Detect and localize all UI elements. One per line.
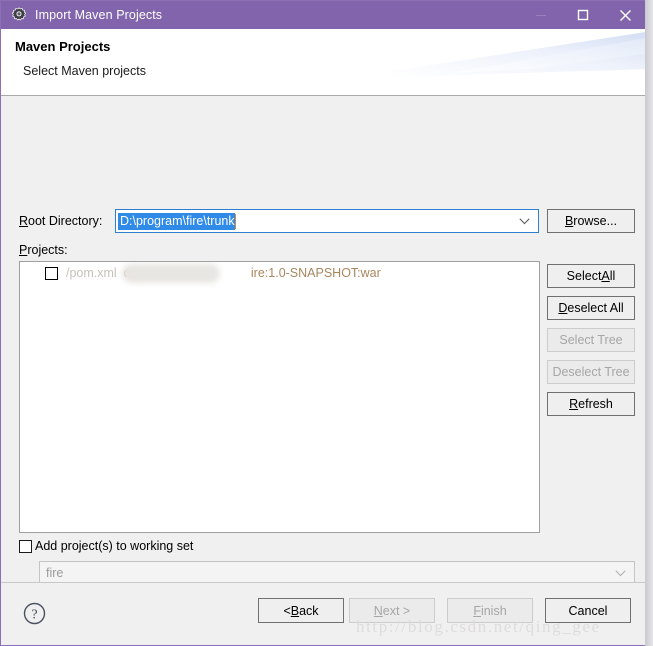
- root-directory-input[interactable]: D:\program\fire\trunk: [118, 212, 235, 230]
- browse-label-rest: rowse...: [573, 214, 618, 228]
- page-title: Maven Projects: [15, 39, 111, 54]
- next-label-rest: ext >: [382, 603, 411, 618]
- browse-button[interactable]: Browse...: [547, 209, 635, 233]
- desktop-edge-strip: [645, 0, 653, 646]
- cancel-label: Cancel: [568, 603, 608, 618]
- back-mnemonic: B: [290, 603, 300, 618]
- select-tree-button: Select Tree: [547, 328, 635, 352]
- deselect-all-label-rest: eselect All: [567, 301, 624, 315]
- browse-mnemonic: B: [564, 214, 574, 228]
- import-maven-projects-dialog: Import Maven Projects Maven Projects Sel…: [0, 0, 653, 646]
- help-circle-icon[interactable]: ?: [23, 602, 46, 625]
- projects-label-rest: rojects:: [27, 243, 68, 257]
- refresh-label-rest: efresh: [578, 397, 613, 411]
- next-button: Next >: [349, 598, 435, 623]
- root-directory-combo[interactable]: D:\program\fire\trunk: [115, 209, 539, 233]
- table-row[interactable]: /pom.xml com.rire:1.0-SNAPSHOT:war: [20, 262, 539, 284]
- root-directory-mnemonic: R: [19, 214, 29, 228]
- window-controls: [520, 1, 646, 29]
- deselect-tree-button: Deselect Tree: [547, 360, 635, 384]
- chevron-down-icon[interactable]: [519, 217, 530, 225]
- projects-list[interactable]: /pom.xml com.rire:1.0-SNAPSHOT:war: [19, 261, 540, 533]
- text-caret: [234, 213, 236, 229]
- back-label-pre: <: [283, 603, 291, 618]
- select-all-label-pre: Select: [566, 269, 602, 283]
- working-set-value: fire: [46, 566, 64, 580]
- dialog-body: Root Directory: D:\program\fire\trunk Br…: [1, 96, 652, 612]
- cancel-button[interactable]: Cancel: [545, 598, 631, 623]
- page-subtitle: Select Maven projects: [23, 64, 146, 78]
- project-pom-path: /pom.xml: [66, 266, 117, 280]
- svg-text:?: ?: [31, 608, 37, 623]
- finish-mnemonic: F: [473, 603, 481, 618]
- window-title: Import Maven Projects: [35, 8, 163, 22]
- working-set-label: Add project(s) to working set: [35, 539, 194, 553]
- minimize-button[interactable]: [520, 1, 562, 29]
- project-row-text: /pom.xml com.rire:1.0-SNAPSHOT:war: [66, 264, 381, 283]
- select-tree-label: Select Tree: [559, 333, 623, 347]
- refresh-button[interactable]: Refresh: [547, 392, 635, 416]
- finish-label-rest: inish: [480, 603, 507, 618]
- select-all-mnemonic: A: [601, 269, 610, 283]
- project-coordinates-tail: ire:1.0-SNAPSHOT:war: [250, 266, 381, 280]
- refresh-mnemonic: R: [569, 397, 579, 411]
- select-all-button[interactable]: Select All: [547, 264, 635, 288]
- gear-icon: [11, 7, 27, 21]
- redaction-blur: [122, 264, 220, 283]
- close-button[interactable]: [604, 1, 646, 29]
- select-all-label-rest: ll: [609, 269, 616, 283]
- header-banner-graphic: [392, 31, 652, 77]
- root-directory-label-rest: oot Directory:: [28, 214, 103, 228]
- title-bar: Import Maven Projects: [1, 1, 652, 29]
- deselect-all-mnemonic: D: [558, 301, 568, 315]
- minimize-icon: [536, 15, 546, 16]
- finish-button: Finish: [447, 598, 533, 623]
- back-label-rest: ack: [299, 603, 319, 618]
- wizard-header: Maven Projects Select Maven projects: [1, 29, 652, 96]
- next-mnemonic: N: [373, 603, 383, 618]
- close-icon: [619, 9, 631, 21]
- projects-label: Projects:: [19, 243, 68, 257]
- root-directory-label: Root Directory:: [19, 214, 102, 228]
- maximize-button[interactable]: [562, 1, 604, 29]
- chevron-down-icon: [615, 569, 626, 576]
- deselect-tree-label: Deselect Tree: [552, 365, 630, 379]
- working-set-checkbox[interactable]: [19, 540, 32, 553]
- project-checkbox[interactable]: [45, 266, 58, 280]
- back-button[interactable]: < Back: [258, 598, 344, 623]
- maximize-icon: [577, 9, 589, 21]
- deselect-all-button[interactable]: Deselect All: [547, 296, 635, 320]
